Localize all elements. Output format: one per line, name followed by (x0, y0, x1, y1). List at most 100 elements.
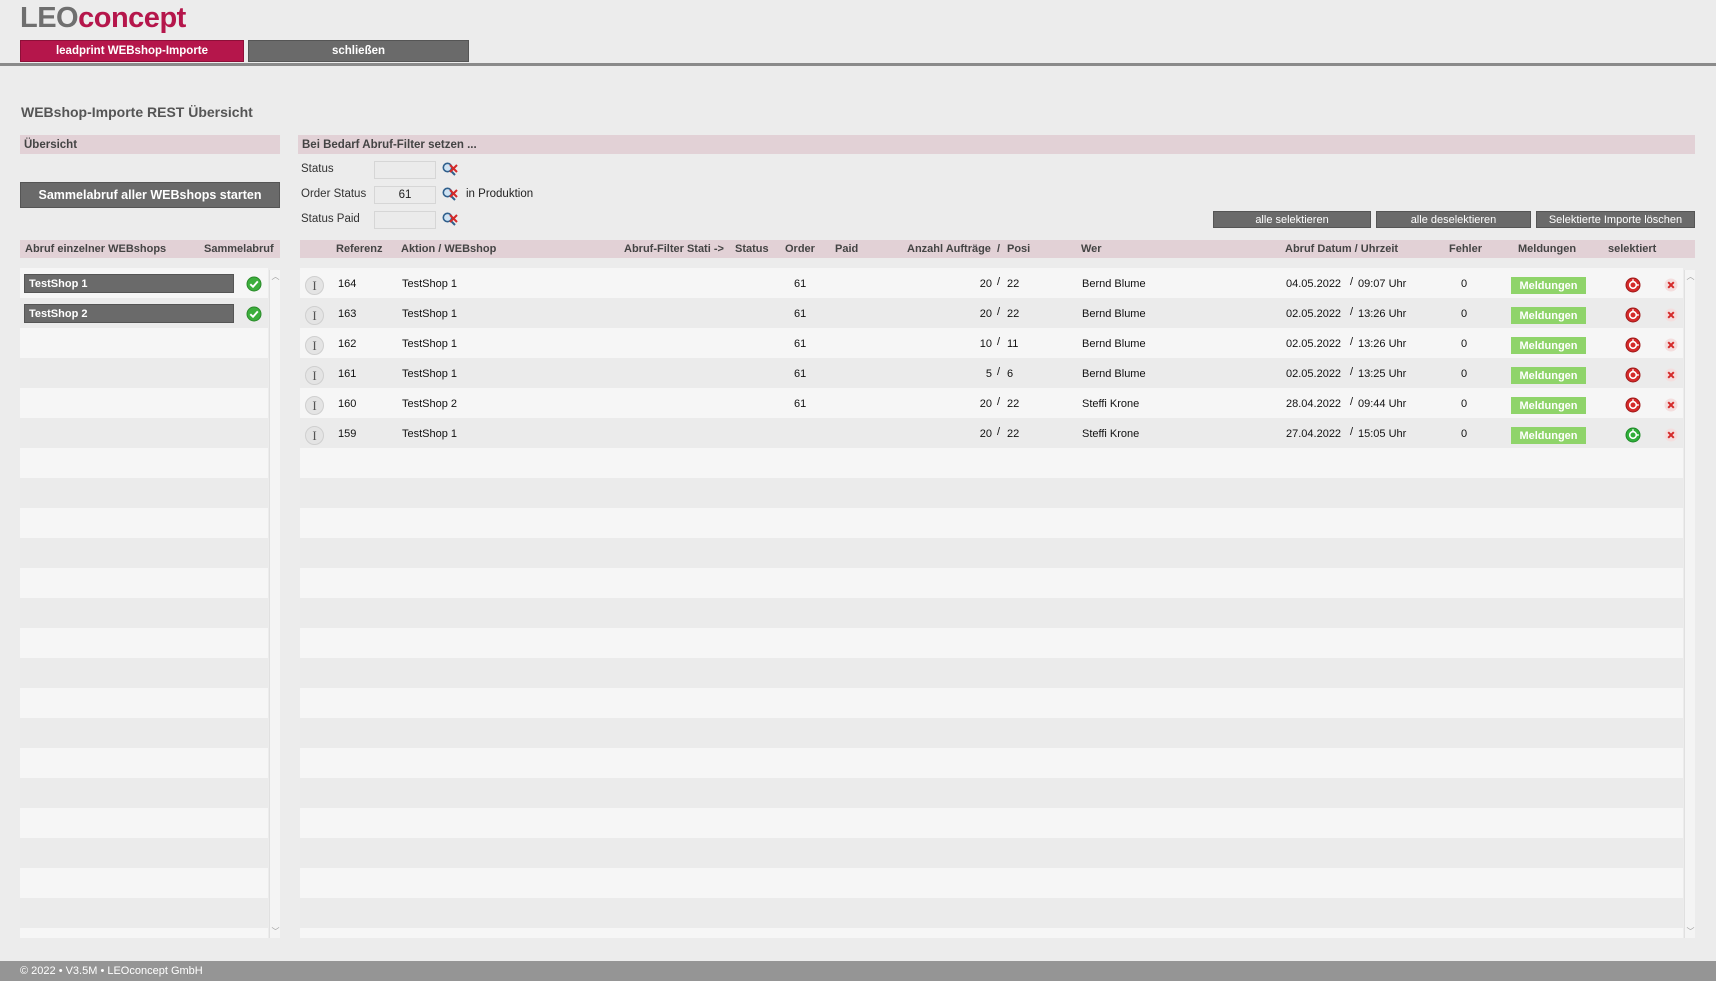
shops-scrollbar[interactable]: ︿ ﹀ (269, 270, 280, 938)
deselect-all-button[interactable]: alle deselektieren (1376, 211, 1531, 228)
select-toggle-icon[interactable] (1625, 337, 1641, 353)
order-status-filter-label: Order Status (301, 188, 367, 200)
cell-date-sep: / (1350, 336, 1354, 348)
cell-order: 61 (794, 398, 807, 410)
cell-ref: 162 (338, 338, 357, 350)
header-messages: Meldungen (1518, 243, 1577, 255)
select-all-button[interactable]: alle selektieren (1213, 211, 1371, 228)
cell-posi: 22 (1007, 278, 1020, 290)
tab-webshop-importe[interactable]: leadprint WEBshop-Importe (20, 40, 244, 62)
cell-count: 20 (979, 278, 992, 290)
cell-count: 20 (979, 398, 992, 410)
cell-posi: 22 (1007, 398, 1020, 410)
cell-count: 5 (985, 368, 992, 380)
info-icon[interactable]: I (305, 306, 324, 325)
cell-sep: / (997, 306, 1001, 318)
close-button[interactable]: schließen (248, 40, 469, 62)
cell-ref: 163 (338, 308, 357, 320)
filter-clear-icon[interactable] (441, 211, 459, 229)
messages-button[interactable]: Meldungen (1511, 427, 1586, 444)
messages-button[interactable]: Meldungen (1511, 397, 1586, 414)
header-sep: / (997, 243, 1001, 255)
cell-date: 04.05.2022 (1286, 278, 1342, 290)
app-logo: LEOconcept (20, 2, 186, 35)
cell-count: 10 (979, 338, 992, 350)
cell-who: Bernd Blume (1082, 278, 1146, 290)
cell-time: 09:44 Uhr (1358, 398, 1407, 410)
info-icon[interactable]: I (305, 366, 324, 385)
cell-order: 61 (794, 368, 807, 380)
delete-icon[interactable] (1664, 278, 1678, 292)
scroll-up-icon[interactable]: ︿ (271, 272, 280, 281)
delete-icon[interactable] (1664, 308, 1678, 322)
cell-time: 15:05 Uhr (1358, 428, 1407, 440)
imports-scrollbar[interactable]: ︿ ﹀ (1684, 270, 1695, 938)
delete-icon[interactable] (1664, 428, 1678, 442)
filter-clear-icon[interactable] (441, 186, 459, 204)
cell-date-sep: / (1350, 366, 1354, 378)
cell-who: Bernd Blume (1082, 338, 1146, 350)
filter-clear-icon[interactable] (441, 161, 459, 179)
cell-date: 02.05.2022 (1286, 368, 1342, 380)
cell-date: 02.05.2022 (1286, 338, 1342, 350)
logo-part1: LEO (20, 2, 79, 34)
delete-icon[interactable] (1664, 338, 1678, 352)
check-icon[interactable] (246, 306, 262, 322)
cell-time: 13:25 Uhr (1358, 368, 1407, 380)
cell-posi: 11 (1007, 338, 1019, 350)
cell-sep: / (997, 366, 1001, 378)
scroll-down-icon[interactable]: ﹀ (271, 927, 280, 936)
header-order: Order (785, 243, 815, 255)
messages-button[interactable]: Meldungen (1511, 277, 1586, 294)
info-icon[interactable]: I (305, 336, 324, 355)
shops-list (20, 268, 268, 938)
status-paid-filter-label: Status Paid (301, 213, 360, 225)
cell-date-sep: / (1350, 306, 1354, 318)
select-toggle-icon[interactable] (1625, 307, 1641, 323)
header-errors: Fehler (1449, 243, 1483, 255)
cell-sep: / (997, 276, 1001, 288)
status-filter-input[interactable] (374, 161, 436, 179)
cell-who: Steffi Krone (1082, 428, 1140, 440)
cell-errors: 0 (1461, 368, 1468, 380)
header-collect: Sammelabruf (204, 243, 274, 255)
shop-button-testshop-2[interactable]: TestShop 2 (24, 304, 234, 323)
scroll-up-icon[interactable]: ︿ (1686, 272, 1695, 281)
cell-errors: 0 (1461, 278, 1468, 290)
delete-icon[interactable] (1664, 398, 1678, 412)
shop-button-testshop-1[interactable]: TestShop 1 (24, 274, 234, 293)
header-posi: Posi (1007, 243, 1031, 255)
check-icon[interactable] (246, 276, 262, 292)
imports-table-header: Referenz Aktion / WEBshop Abruf-Filter S… (300, 240, 1695, 258)
delete-selected-button[interactable]: Selektierte Importe löschen (1536, 211, 1695, 228)
filter-header-label: Bei Bedarf Abruf-Filter setzen ... (302, 138, 477, 151)
cell-ref: 161 (338, 368, 357, 380)
select-toggle-icon[interactable] (1625, 277, 1641, 293)
cell-date-sep: / (1350, 396, 1354, 408)
messages-button[interactable]: Meldungen (1511, 337, 1586, 354)
cell-shop: TestShop 1 (402, 428, 458, 440)
cell-count: 20 (979, 428, 992, 440)
header-status: Status (735, 243, 769, 255)
filter-header: Bei Bedarf Abruf-Filter setzen ... (298, 135, 1695, 154)
info-icon[interactable]: I (305, 276, 324, 295)
cell-shop: TestShop 1 (402, 338, 458, 350)
messages-button[interactable]: Meldungen (1511, 307, 1586, 324)
info-icon[interactable]: I (305, 396, 324, 415)
messages-button[interactable]: Meldungen (1511, 367, 1586, 384)
cell-ref: 164 (338, 278, 357, 290)
select-toggle-icon[interactable] (1625, 397, 1641, 413)
cell-date: 27.04.2022 (1286, 428, 1342, 440)
cell-posi: 22 (1007, 428, 1020, 440)
select-toggle-icon[interactable] (1625, 367, 1641, 383)
order-status-note: in Produktion (466, 188, 534, 200)
cell-errors: 0 (1461, 338, 1468, 350)
scroll-down-icon[interactable]: ﹀ (1686, 927, 1695, 936)
status-paid-filter-input[interactable] (374, 211, 436, 229)
select-toggle-icon[interactable] (1625, 427, 1641, 443)
order-status-filter-input[interactable]: 61 (374, 186, 436, 204)
cell-shop: TestShop 1 (402, 368, 458, 380)
delete-icon[interactable] (1664, 368, 1678, 382)
info-icon[interactable]: I (305, 426, 324, 445)
collect-all-button[interactable]: Sammelabruf aller WEBshops starten (20, 182, 280, 208)
